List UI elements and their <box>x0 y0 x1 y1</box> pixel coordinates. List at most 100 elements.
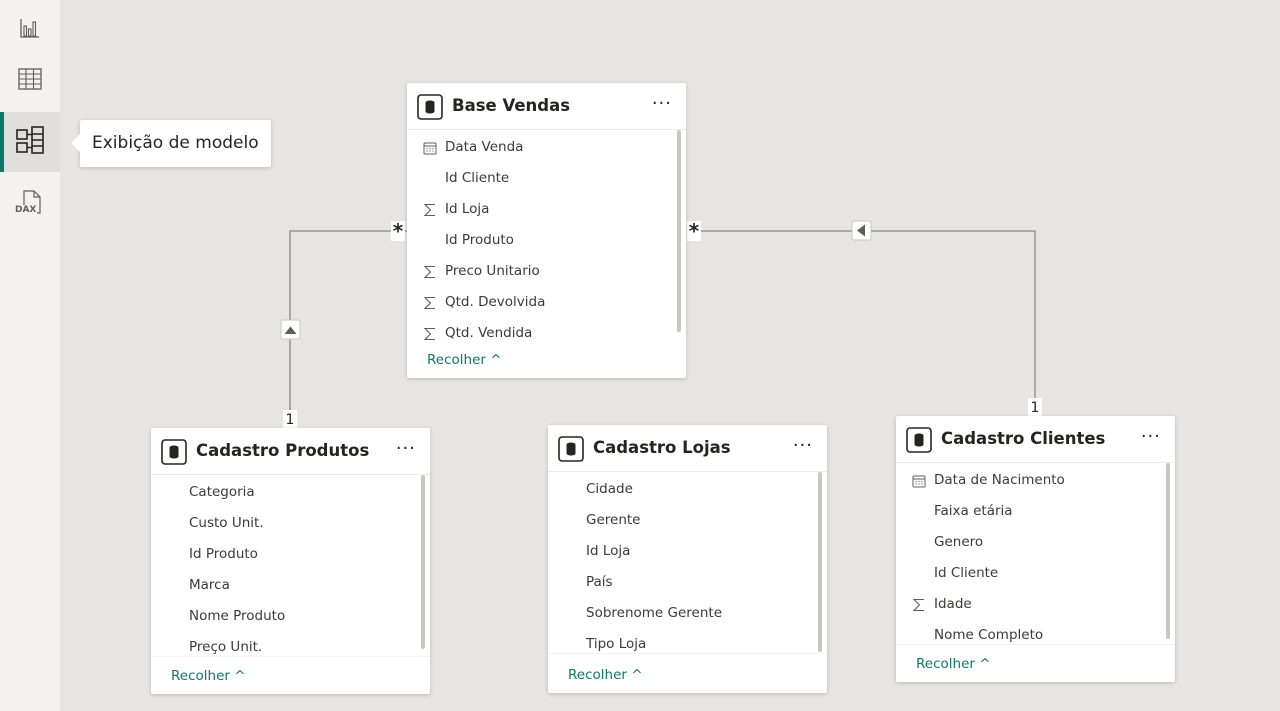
calendar-icon <box>422 140 438 156</box>
field-row[interactable]: Idade <box>896 589 1175 620</box>
field-name: Faixa etária <box>934 503 1013 519</box>
field-list: Cidade Gerente Id Loja País Sobrenome Ge… <box>548 472 827 660</box>
collapse-label: Recolher <box>568 667 627 683</box>
dax-label: DAX <box>14 205 38 215</box>
field-row[interactable]: Id Cliente <box>896 558 1175 589</box>
field-name: Qtd. Devolvida <box>445 294 546 310</box>
relationship-produtos-vendas[interactable] <box>289 230 407 410</box>
field-row[interactable]: Id Cliente <box>407 163 686 194</box>
field-row[interactable]: Id Loja <box>407 194 686 225</box>
field-name: Marca <box>189 577 230 593</box>
cardinality-many-left: * <box>391 219 405 243</box>
field-row[interactable]: Genero <box>896 527 1175 558</box>
field-row[interactable]: País <box>548 567 827 598</box>
field-row[interactable]: Id Produto <box>151 539 430 570</box>
field-name: País <box>586 574 613 590</box>
field-name: Nome Completo <box>934 627 1044 643</box>
field-name: Preco Unitario <box>445 263 540 279</box>
collapse-link[interactable]: Recolher ^ <box>171 668 246 684</box>
database-table-icon <box>161 439 187 469</box>
field-list-scrollbar[interactable] <box>1166 463 1170 639</box>
more-options-button[interactable]: ··· <box>793 435 813 456</box>
sigma-icon <box>422 326 438 342</box>
chevron-up-icon: ^ <box>631 667 643 683</box>
dax-icon: DAX <box>14 189 44 217</box>
field-name: Preço Unit. <box>189 639 263 655</box>
collapse-link[interactable]: Recolher ^ <box>568 667 643 683</box>
table-header[interactable]: Cadastro Produtos ··· <box>151 428 430 475</box>
field-name: Id Loja <box>445 201 490 217</box>
table-card-cadastro-produtos[interactable]: Cadastro Produtos ··· Categoria Custo Un… <box>151 428 430 694</box>
table-header[interactable]: Cadastro Clientes ··· <box>896 416 1175 463</box>
model-canvas[interactable]: * * 1 1 Base Vendas ··· Data Venda Id Cl… <box>60 0 1280 711</box>
field-list-scrollbar[interactable] <box>677 130 681 332</box>
field-list: Data Venda Id Cliente Id Loja Id Produto… <box>407 130 686 349</box>
field-row[interactable]: Marca <box>151 570 430 601</box>
field-name: Id Cliente <box>934 565 999 581</box>
field-name: Id Cliente <box>445 170 510 186</box>
field-row[interactable]: Nome Produto <box>151 601 430 632</box>
table-card-base-vendas[interactable]: Base Vendas ··· Data Venda Id Cliente Id… <box>407 83 686 378</box>
table-title: Cadastro Produtos <box>196 441 370 460</box>
collapse-link[interactable]: Recolher ^ <box>916 656 991 672</box>
data-view-button[interactable] <box>0 51 60 111</box>
view-switcher-rail: DAX <box>0 0 60 711</box>
sigma-icon <box>422 202 438 218</box>
field-row[interactable]: Cidade <box>548 474 827 505</box>
field-name: Nome Produto <box>189 608 286 624</box>
cardinality-many-right: * <box>687 219 701 243</box>
field-row[interactable]: Custo Unit. <box>151 508 430 539</box>
cardinality-one-clientes: 1 <box>1028 398 1042 418</box>
table-header[interactable]: Cadastro Lojas ··· <box>548 425 827 472</box>
field-row[interactable]: Id Loja <box>548 536 827 567</box>
field-list: Data de Nacimento Faixa etária Genero Id… <box>896 463 1175 651</box>
field-row[interactable]: Preco Unitario <box>407 256 686 287</box>
field-row[interactable]: Categoria <box>151 477 430 508</box>
cardinality-one-produtos: 1 <box>283 410 297 430</box>
sigma-icon <box>422 264 438 280</box>
more-options-button[interactable]: ··· <box>652 93 672 114</box>
table-title: Cadastro Lojas <box>593 438 731 457</box>
relationship-vendas-clientes[interactable] <box>687 230 1036 398</box>
field-name: Gerente <box>586 512 641 528</box>
field-name: Tipo Loja <box>586 636 647 652</box>
field-list: Categoria Custo Unit. Id Produto Marca N… <box>151 475 430 663</box>
collapse-link[interactable]: Recolher ^ <box>427 352 502 368</box>
field-row[interactable]: Data de Nacimento <box>896 465 1175 496</box>
field-name: Idade <box>934 596 972 612</box>
model-view-button[interactable] <box>0 112 60 172</box>
field-name: Sobrenome Gerente <box>586 605 723 621</box>
field-row[interactable]: Gerente <box>548 505 827 536</box>
field-name: Id Loja <box>586 543 631 559</box>
field-name: Data de Nacimento <box>934 472 1065 488</box>
field-name: Id Produto <box>445 232 514 248</box>
collapse-label: Recolher <box>916 656 975 672</box>
field-list-scrollbar[interactable] <box>818 472 822 652</box>
field-row[interactable]: Faixa etária <box>896 496 1175 527</box>
table-title: Base Vendas <box>452 96 571 115</box>
field-name: Id Produto <box>189 546 258 562</box>
database-table-icon <box>417 94 443 124</box>
chevron-up-icon: ^ <box>234 668 246 684</box>
table-card-cadastro-clientes[interactable]: Cadastro Clientes ··· Data de Nacimento … <box>896 416 1175 682</box>
table-header[interactable]: Base Vendas ··· <box>407 83 686 130</box>
collapse-label: Recolher <box>427 352 486 368</box>
sigma-icon <box>422 295 438 311</box>
dax-query-view-button[interactable]: DAX <box>0 173 60 233</box>
field-name: Data Venda <box>445 139 524 155</box>
more-options-button[interactable]: ··· <box>396 438 416 459</box>
field-row[interactable]: Data Venda <box>407 132 686 163</box>
model-diagram-icon <box>15 125 45 159</box>
field-row[interactable]: Qtd. Vendida <box>407 318 686 349</box>
more-options-button[interactable]: ··· <box>1141 426 1161 447</box>
field-row[interactable]: Id Produto <box>407 225 686 256</box>
table-card-cadastro-lojas[interactable]: Cadastro Lojas ··· Cidade Gerente Id Loj… <box>548 425 827 693</box>
database-table-icon <box>906 427 932 457</box>
collapse-label: Recolher <box>171 668 230 684</box>
calendar-icon <box>911 473 927 489</box>
field-name: Categoria <box>189 484 255 500</box>
field-row[interactable]: Sobrenome Gerente <box>548 598 827 629</box>
field-list-scrollbar[interactable] <box>421 475 425 649</box>
field-row[interactable]: Qtd. Devolvida <box>407 287 686 318</box>
database-table-icon <box>558 436 584 466</box>
